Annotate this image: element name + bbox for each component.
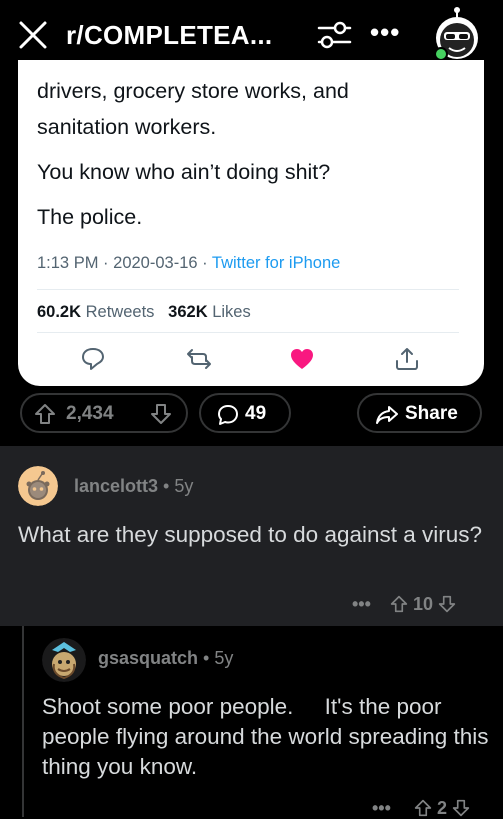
comment-actions: ••• 2 bbox=[372, 798, 470, 819]
likes-label: Likes bbox=[212, 303, 251, 321]
subreddit-title[interactable]: r/COMPLETEA... bbox=[66, 20, 272, 51]
separator-dot: • bbox=[203, 648, 210, 668]
tweet-text-line: The police. bbox=[37, 205, 143, 229]
upvote-arrow-icon[interactable] bbox=[34, 403, 56, 425]
comments-button[interactable]: 49 bbox=[199, 393, 291, 433]
vote-control: 2,434 bbox=[20, 393, 188, 433]
share-icon[interactable] bbox=[394, 346, 420, 372]
comment-username[interactable]: lancelott3 bbox=[74, 476, 158, 496]
tweet-text-line: drivers, grocery store works, and bbox=[37, 79, 349, 103]
comment-score: 10 bbox=[412, 594, 433, 614]
thread-line[interactable] bbox=[22, 626, 24, 817]
tweet-timestamp: 1:13 PM · 2020-03-16 · Twitter for iPhon… bbox=[37, 254, 341, 272]
comment-username[interactable]: gsasquatch bbox=[98, 648, 198, 668]
more-options-icon[interactable]: ••• bbox=[370, 19, 400, 45]
share-arrow-icon bbox=[376, 406, 398, 424]
post-score: 2,434 bbox=[66, 403, 114, 424]
close-icon[interactable] bbox=[18, 20, 48, 50]
divider bbox=[37, 289, 459, 290]
snoo-avatar[interactable] bbox=[18, 466, 58, 506]
comment-age: 5y bbox=[174, 476, 194, 496]
tweet-time: 1:13 PM bbox=[37, 254, 99, 272]
comment-score: 2 bbox=[436, 798, 447, 818]
tweet-date: 2020-03-16 bbox=[113, 254, 198, 272]
tweet-text-line: You know who ain’t doing shit? bbox=[37, 160, 331, 184]
share-button[interactable]: Share bbox=[357, 393, 482, 433]
comment-body: Shoot some poor people. It's the poor pe… bbox=[42, 694, 495, 779]
user-avatar[interactable] bbox=[42, 638, 86, 682]
upvote-arrow-icon[interactable] bbox=[390, 595, 408, 613]
downvote-arrow-icon[interactable] bbox=[438, 595, 456, 613]
comment-reply: gsasquatch • 5y Shoot some poor people. … bbox=[22, 626, 503, 819]
tweet-source[interactable]: Twitter for iPhone bbox=[212, 254, 340, 272]
comment-more-icon[interactable]: ••• bbox=[372, 798, 391, 818]
likes-count: 362K bbox=[168, 303, 208, 321]
user-avatar[interactable] bbox=[430, 6, 486, 62]
comments-count: 49 bbox=[245, 403, 267, 424]
divider bbox=[37, 332, 459, 333]
share-label: Share bbox=[405, 403, 458, 424]
comment-age: 5y bbox=[214, 648, 234, 668]
tweet-embed[interactable]: drivers, grocery store works, and sanita… bbox=[18, 60, 484, 386]
separator-dot: • bbox=[163, 476, 170, 496]
comment-more-icon[interactable]: ••• bbox=[352, 594, 371, 614]
comment-actions: ••• 10 bbox=[352, 594, 456, 615]
comment-bubble-icon bbox=[218, 405, 238, 425]
tweet-text-line: sanitation workers. bbox=[37, 115, 217, 139]
retweets-count: 60.2K bbox=[37, 303, 82, 321]
filter-icon[interactable] bbox=[316, 20, 352, 50]
top-bar: r/COMPLETEA... ••• bbox=[0, 0, 503, 66]
downvote-arrow-icon[interactable] bbox=[150, 403, 172, 425]
comment: lancelott3 • 5y What are they supposed t… bbox=[0, 446, 503, 626]
downvote-arrow-icon[interactable] bbox=[452, 799, 470, 817]
reply-icon[interactable] bbox=[80, 346, 106, 372]
post-action-bar: 2,434 49 Share bbox=[0, 393, 503, 437]
comment-meta: gsasquatch • 5y bbox=[98, 648, 233, 669]
heart-icon[interactable] bbox=[289, 346, 315, 372]
tweet-stats: 60.2K Retweets 362K Likes bbox=[37, 303, 251, 322]
retweets-label: Retweets bbox=[85, 303, 155, 321]
retweet-icon[interactable] bbox=[186, 346, 212, 372]
upvote-arrow-icon[interactable] bbox=[414, 799, 432, 817]
comment-meta: lancelott3 • 5y bbox=[74, 476, 193, 497]
comment-body: What are they supposed to do against a v… bbox=[18, 522, 483, 547]
